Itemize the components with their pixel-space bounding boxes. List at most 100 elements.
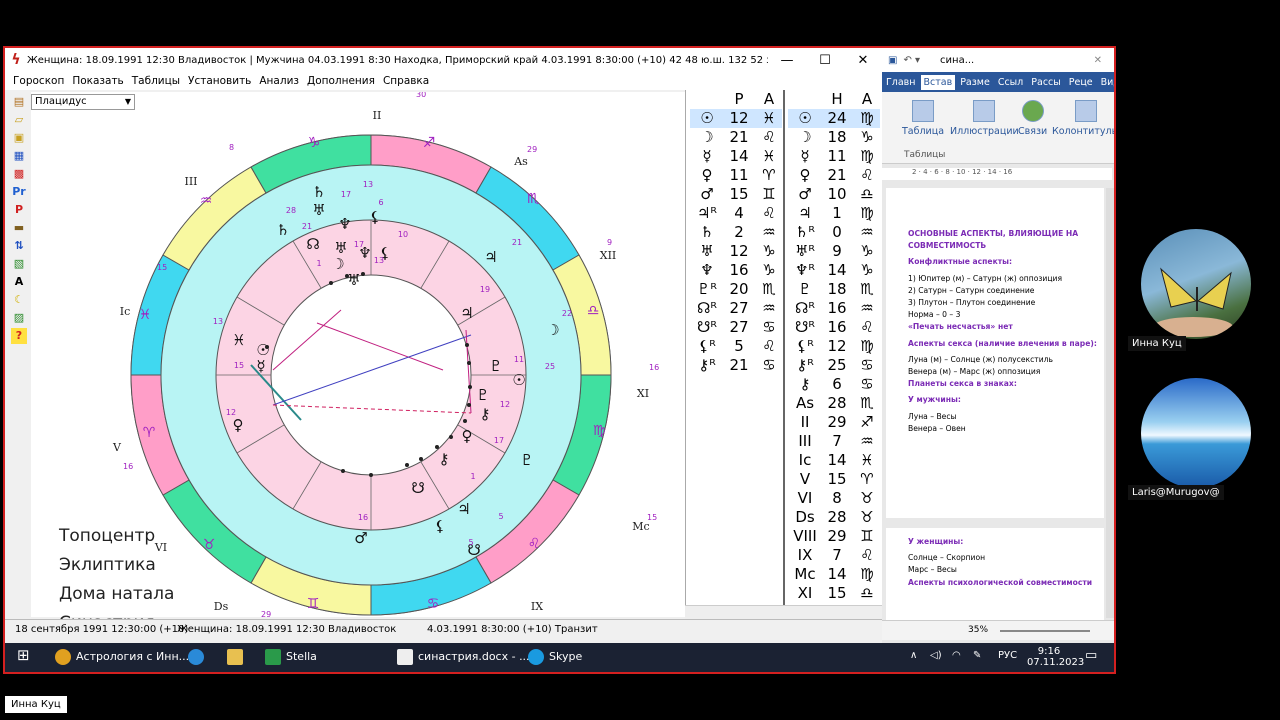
tab-layout[interactable]: Разме	[957, 75, 993, 90]
zoom-slider[interactable]	[1000, 630, 1090, 632]
svg-text:♀: ♀	[462, 427, 473, 445]
planet-cell: ⚷ᴿ	[698, 356, 716, 374]
degree-cell: 10	[827, 185, 847, 203]
participant-label-laris: Laris@Murugov@	[1128, 485, 1224, 500]
open-icon[interactable]: ▱	[11, 112, 27, 128]
print-icon[interactable]: ▬	[11, 220, 27, 236]
degree-cell: 7	[832, 546, 842, 564]
table-row: ☉ 12 ♓	[690, 109, 782, 128]
taskbar-chrome[interactable]: Астрология с Инн...	[55, 649, 189, 665]
calc-icon[interactable]: ▨	[11, 310, 27, 326]
sign-cell: ♍	[860, 204, 874, 222]
moon-tool-icon[interactable]: ☾	[11, 292, 27, 308]
volume-icon[interactable]: ◁)	[930, 650, 942, 661]
degree-cell: 16	[827, 318, 847, 336]
taskbar-skype[interactable]: Skype	[528, 649, 582, 665]
sign-cell: ♌	[860, 318, 874, 336]
taskbar-edge[interactable]	[188, 649, 209, 665]
sign-cell: ♍	[860, 109, 874, 127]
transit-icon[interactable]: ▩	[11, 166, 27, 182]
tab-view[interactable]: Вид	[1098, 75, 1114, 90]
word-save-icon[interactable]: ▣	[888, 55, 897, 66]
planet-cell: ⚸ᴿ	[698, 337, 716, 355]
document-vertical-scrollbar[interactable]	[1106, 188, 1114, 618]
sign-cell: ♌	[860, 166, 874, 184]
planet-cell: As	[795, 394, 815, 412]
house-system-select[interactable]: Плацидус ▼	[31, 94, 135, 110]
taskbar-word[interactable]: синастрия.docx - ...	[397, 649, 530, 665]
links-button[interactable]: Связи	[1018, 100, 1047, 137]
start-windows-icon[interactable]: ⊞	[17, 646, 30, 664]
notifications-icon[interactable]: ▭	[1085, 648, 1097, 663]
shared-screen-frame: ϟ Женщина: 18.09.1991 12:30 Владивосток …	[3, 46, 1116, 674]
document-page-1[interactable]: ОСНОВНЫЕ АСПЕКТЫ, ВЛИЯЮЩИЕ НА СОВМЕСТИМО…	[886, 188, 1104, 518]
svg-text:28: 28	[286, 206, 296, 215]
header-footer-button[interactable]: Колонтитулы	[1052, 100, 1114, 137]
p-icon[interactable]: P	[11, 202, 27, 218]
svg-text:12: 12	[226, 408, 236, 417]
menu-settings[interactable]: Установить	[188, 75, 251, 87]
planet-cell: ☋ᴿ	[795, 318, 815, 336]
sign-cell: ♌	[762, 204, 776, 222]
menu-tables[interactable]: Таблицы	[132, 75, 180, 87]
maximize-button[interactable]: ☐	[806, 53, 844, 68]
taskbar-stella[interactable]: Stella	[265, 649, 317, 665]
menu-addons[interactable]: Дополнения	[307, 75, 375, 87]
svg-text:13: 13	[213, 317, 223, 326]
menu-help[interactable]: Справка	[383, 75, 429, 87]
planet-cell: ♄ᴿ	[794, 223, 815, 241]
pen-icon[interactable]: ✎	[973, 650, 981, 661]
paragraph: У женщины:	[908, 537, 964, 546]
paragraph: Конфликтные аспекты:	[908, 257, 1013, 267]
planet-cell: ⚷	[799, 375, 811, 393]
menu-show[interactable]: Показать	[72, 75, 123, 87]
menu-horoscope[interactable]: Гороскоп	[13, 75, 64, 87]
degree-cell: 9	[832, 242, 842, 260]
paragraph: Венера – Овен	[908, 423, 966, 433]
sign-cell: ♓	[762, 147, 776, 165]
table-row: II 29 ♐	[788, 413, 880, 432]
stella-statusbar: 18 сентября 1991 12:30:00 (+10) Женщина:…	[5, 619, 882, 641]
chart-icon[interactable]: ▦	[11, 148, 27, 164]
taskbar-explorer[interactable]	[227, 649, 248, 665]
clock[interactable]: 9:16 07.11.2023	[1027, 646, 1084, 668]
tab-mailings[interactable]: Рассы	[1028, 75, 1064, 90]
sign-cell: ♋	[860, 375, 874, 393]
language-indicator[interactable]: РУС	[998, 650, 1017, 661]
sign-cell: ♑	[762, 242, 776, 260]
table-horizontal-scrollbar[interactable]	[685, 605, 882, 619]
close-button[interactable]: ✕	[844, 53, 882, 68]
sign-cell: ♌	[762, 337, 776, 355]
word-titlebar: ▣ ↶ ▾ сина... ✕	[882, 48, 1114, 72]
left-table: P A ☉ 12 ♓ ☽ 21 ♌ ☿ 14 ♓ ♀ 11 ♈ ♂ 15 ♊ ♃ᴿ 4 ♌ ♄ 2 ♒ ♅ 12 ♑ ♆ 16 ♑ ♇ᴿ 2…	[690, 90, 782, 375]
sign-cell: ♏	[860, 394, 874, 412]
illustrations-button[interactable]: Иллюстрации	[950, 100, 1019, 137]
document-page-2[interactable]: У женщины: Солнце – Скорпион Марс – Весы Ас…	[886, 528, 1104, 628]
menu-analysis[interactable]: Анализ	[259, 75, 299, 87]
table-button[interactable]: Таблица	[902, 100, 944, 137]
tab-insert[interactable]: Встав	[920, 74, 956, 90]
tab-home[interactable]: Главн	[883, 75, 919, 90]
tray-chevron-up-icon[interactable]: ∧	[910, 650, 917, 661]
planet-cell: ☽	[700, 128, 714, 146]
tab-review[interactable]: Реце	[1066, 75, 1096, 90]
save-icon[interactable]: ▣	[11, 130, 27, 146]
planet-cell: Mc	[794, 565, 816, 583]
help-icon[interactable]: ?	[11, 328, 27, 344]
network-icon[interactable]: ◠	[952, 650, 961, 661]
tab-references[interactable]: Ссыл	[995, 75, 1026, 90]
planet-cell: IX	[797, 546, 813, 564]
aspect-icon[interactable]: ⇅	[11, 238, 27, 254]
word-close-icon[interactable]: ✕	[1094, 55, 1102, 66]
settings-icon[interactable]: ▧	[11, 256, 27, 272]
progression-icon[interactable]: Pr	[11, 184, 27, 200]
table-header: HA	[788, 90, 880, 109]
table-row: ☽ 18 ♑	[788, 128, 880, 147]
degree-cell: H	[831, 90, 843, 108]
undo-icon[interactable]: ↶ ▾	[903, 55, 920, 66]
sign-cell: ♈	[762, 166, 776, 184]
new-icon[interactable]: ▤	[11, 94, 27, 110]
minimize-button[interactable]: —	[768, 53, 806, 68]
paragraph: У мужчины:	[908, 395, 961, 405]
font-icon[interactable]: A	[11, 274, 27, 290]
